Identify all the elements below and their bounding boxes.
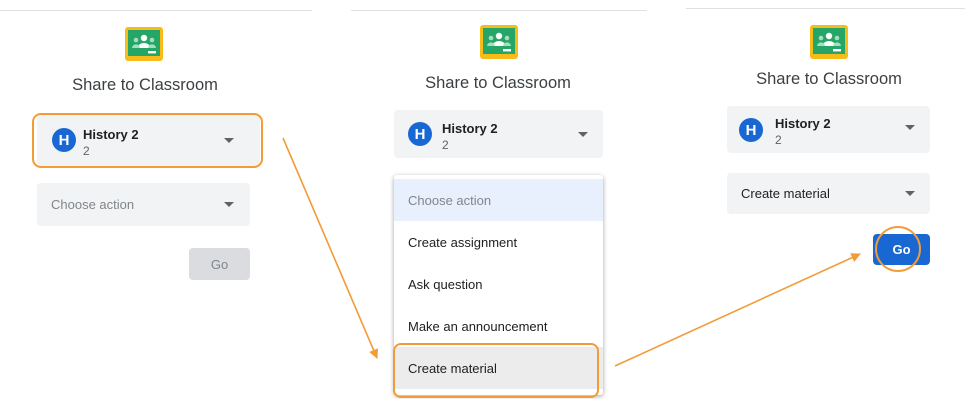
arrow-step2-to-step3	[614, 253, 861, 367]
flow-arrows	[282, 137, 861, 367]
arrow-step1-to-step2	[282, 137, 379, 359]
